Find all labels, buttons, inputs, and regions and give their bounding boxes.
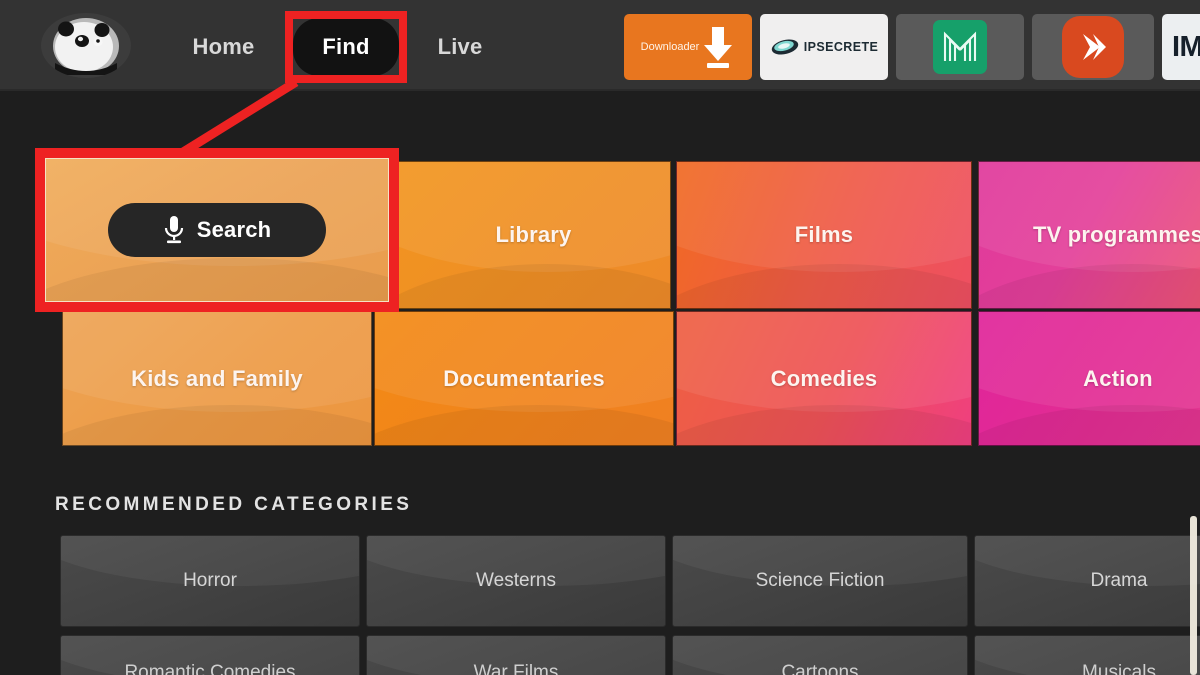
category-tile-horror[interactable]: Horror xyxy=(60,535,360,627)
tile-kids-and-family-label: Kids and Family xyxy=(131,365,303,391)
nav-tab-live-label: Live xyxy=(437,33,483,59)
tile-swoosh-light xyxy=(979,162,1200,272)
tile-swoosh-light xyxy=(375,312,673,412)
app-shortcut-imdb[interactable]: IM xyxy=(1162,14,1200,80)
tile-library[interactable]: Library xyxy=(396,161,671,309)
download-arrow-icon xyxy=(704,27,733,68)
recommended-categories-heading: RECOMMENDED CATEGORIES xyxy=(55,494,413,515)
nav-tab-find[interactable]: Find xyxy=(293,18,399,76)
tile-swoosh-light xyxy=(397,162,670,272)
tile-action-label: Action xyxy=(1083,365,1153,391)
app-shortcut-play[interactable] xyxy=(1032,14,1154,80)
panda-avatar-glyph xyxy=(53,17,119,75)
tile-swoosh-dark xyxy=(46,258,388,301)
play-chevron-glyph xyxy=(1083,34,1106,60)
nav-tab-live[interactable]: Live xyxy=(431,23,489,70)
tile-tv-programmes-label: TV programmes xyxy=(1032,222,1200,247)
ipsecrete-logo-icon xyxy=(771,39,798,55)
category-tile-westerns-label: Westerns xyxy=(476,570,556,591)
category-tile-war-films-label: War Films xyxy=(473,662,559,675)
tile-films-label: Films xyxy=(794,222,854,247)
tv-find-screen: Home Find Live Downloader IPSECRETE IM S… xyxy=(0,0,1200,675)
tile-search[interactable]: Search xyxy=(43,156,391,304)
nav-tab-find-label: Find xyxy=(322,34,370,59)
tile-swoosh-dark xyxy=(397,264,670,308)
tile-swoosh-dark xyxy=(677,264,971,308)
imdb-logo-icon: IM xyxy=(1172,30,1200,63)
tile-documentaries[interactable]: Documentaries xyxy=(374,311,674,446)
category-tile-romantic-comedies[interactable]: Romantic Comedies xyxy=(60,635,360,675)
category-tile-drama[interactable]: Drama xyxy=(974,535,1200,627)
app-shortcut-ipsecrete-label: IPSECRETE xyxy=(803,40,879,54)
app-shortcut-m[interactable] xyxy=(896,14,1024,80)
green-m-logo-icon xyxy=(933,20,987,74)
search-button[interactable]: Search xyxy=(108,203,326,257)
category-tile-war-films[interactable]: War Films xyxy=(366,635,666,675)
tile-comedies-label: Comedies xyxy=(770,365,878,391)
tile-swoosh-dark xyxy=(375,405,673,445)
tile-swoosh-light xyxy=(677,312,971,412)
green-m-logo-glyph xyxy=(943,31,977,61)
category-tile-musicals-label: Musicals xyxy=(1082,662,1156,675)
tile-swoosh-dark xyxy=(63,405,371,445)
tile-swoosh-light xyxy=(979,312,1200,412)
tile-swoosh-light xyxy=(677,162,971,272)
tile-swoosh-dark xyxy=(979,405,1200,445)
tile-documentaries-label: Documentaries xyxy=(443,365,605,391)
nav-tab-home[interactable]: Home xyxy=(186,23,261,70)
tile-swoosh-dark xyxy=(677,405,971,445)
tile-tv-programmes[interactable]: TV programmes xyxy=(978,161,1200,309)
category-tile-romantic-comedies-label: Romantic Comedies xyxy=(124,662,296,675)
category-tile-musicals[interactable]: Musicals xyxy=(974,635,1200,675)
category-tile-horror-label: Horror xyxy=(183,570,237,591)
top-navigation-bar: Home Find Live Downloader IPSECRETE IM xyxy=(0,0,1200,91)
panda-avatar-icon[interactable] xyxy=(41,13,131,78)
category-tile-science-fiction[interactable]: Science Fiction xyxy=(672,535,968,627)
tile-swoosh-dark xyxy=(979,264,1200,308)
tile-kids-and-family[interactable]: Kids and Family xyxy=(62,311,372,446)
tile-films[interactable]: Films xyxy=(676,161,972,309)
tile-action[interactable]: Action xyxy=(978,311,1200,446)
category-tile-drama-label: Drama xyxy=(1090,570,1148,591)
category-swoosh xyxy=(975,536,1200,586)
tile-comedies[interactable]: Comedies xyxy=(676,311,972,446)
category-tile-cartoons-label: Cartoons xyxy=(781,662,859,675)
app-shortcut-downloader[interactable]: Downloader xyxy=(624,14,752,80)
category-tile-cartoons[interactable]: Cartoons xyxy=(672,635,968,675)
nav-tab-home-label: Home xyxy=(192,33,255,59)
microphone-icon xyxy=(164,216,183,244)
tile-swoosh-light xyxy=(63,312,371,412)
tile-library-label: Library xyxy=(495,222,572,247)
app-shortcut-ipsecrete[interactable]: IPSECRETE xyxy=(760,14,888,80)
category-tile-science-fiction-label: Science Fiction xyxy=(755,570,885,591)
app-shortcut-downloader-label: Downloader xyxy=(640,41,700,53)
search-button-label: Search xyxy=(196,217,272,242)
orange-play-chevron-icon xyxy=(1062,16,1124,78)
category-tile-westerns[interactable]: Westerns xyxy=(366,535,666,627)
